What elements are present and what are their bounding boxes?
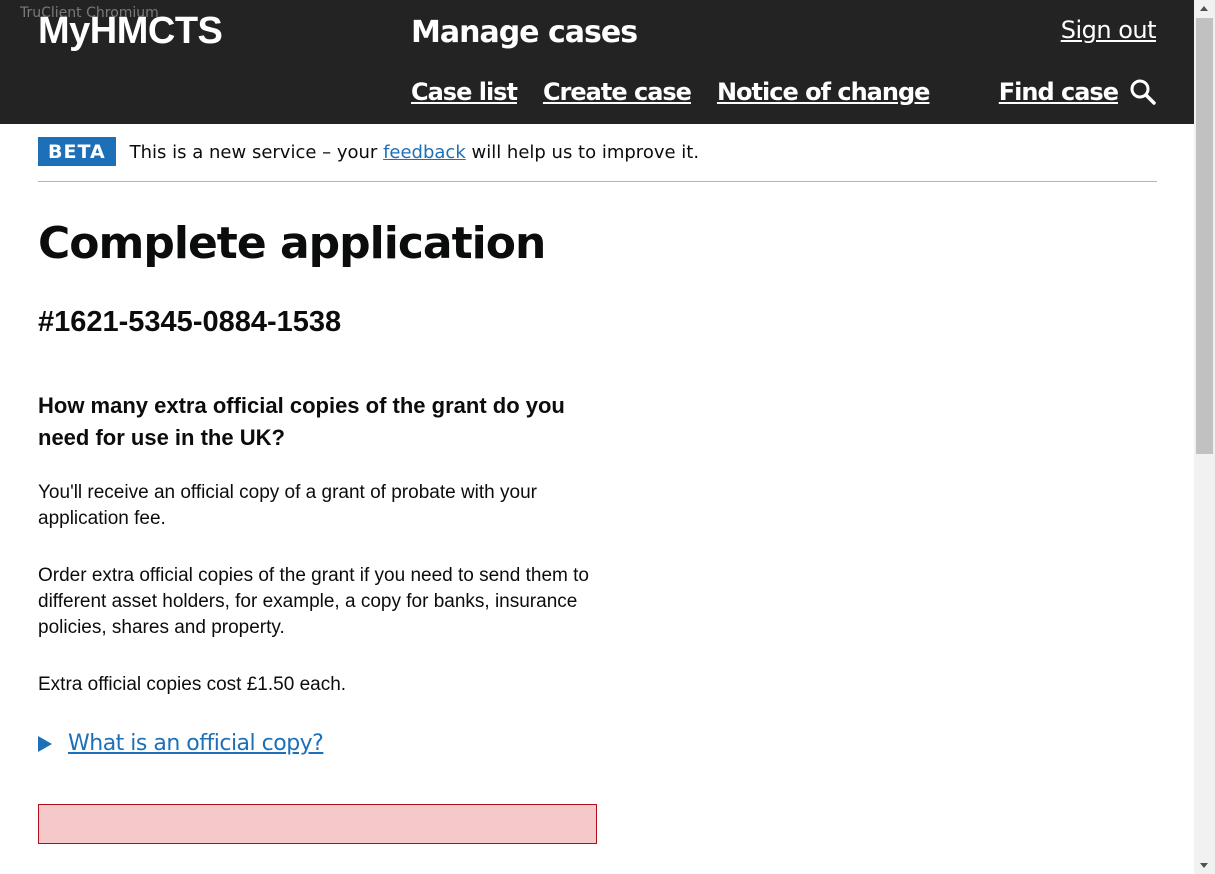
phase-banner-text: This is a new service – your feedback wi… (130, 137, 699, 163)
primary-navigation: Case list Create case Notice of change (411, 78, 930, 106)
browser-overlay-label: TruClient Chromium (20, 5, 159, 21)
details-summary-link[interactable]: What is an official copy? (68, 731, 324, 756)
beta-tag: BETA (38, 137, 116, 166)
nav-create-case[interactable]: Create case (543, 78, 692, 106)
vertical-scrollbar[interactable] (1194, 0, 1215, 874)
error-input-box[interactable] (38, 804, 597, 844)
case-number: #1621-5345-0884-1538 (38, 306, 342, 338)
phase-text-after: will help us to improve it. (465, 142, 700, 163)
hint-paragraph-3: Extra official copies cost £1.50 each. (38, 674, 347, 695)
scrollbar-thumb[interactable] (1196, 18, 1213, 454)
find-case-link[interactable]: Find case (999, 78, 1156, 106)
question-label: How many extra official copies of the gr… (38, 393, 565, 450)
search-icon[interactable] (1130, 79, 1156, 105)
triangle-right-icon[interactable] (38, 735, 52, 752)
nav-notice-of-change[interactable]: Notice of change (717, 78, 930, 106)
scroll-down-arrow-icon[interactable] (1200, 863, 1208, 868)
page-title: Complete application (38, 218, 546, 269)
official-copy-details[interactable]: What is an official copy? (38, 731, 324, 756)
scroll-up-arrow-icon[interactable] (1200, 6, 1208, 11)
sign-out-link[interactable]: Sign out (1061, 16, 1157, 44)
feedback-link[interactable]: feedback (383, 142, 466, 163)
phase-text-before: This is a new service – your (129, 142, 384, 163)
hint-paragraph-2: Order extra official copies of the grant… (38, 565, 589, 638)
find-case-label[interactable]: Find case (999, 78, 1119, 106)
phase-banner: BETA This is a new service – your feedba… (38, 137, 1157, 182)
hint-paragraph-1: You'll receive an official copy of a gra… (38, 482, 537, 529)
service-name[interactable]: Manage cases (411, 15, 638, 50)
nav-case-list[interactable]: Case list (411, 78, 518, 106)
site-header: MyHMCTS Manage cases Sign out Case list … (0, 0, 1194, 124)
